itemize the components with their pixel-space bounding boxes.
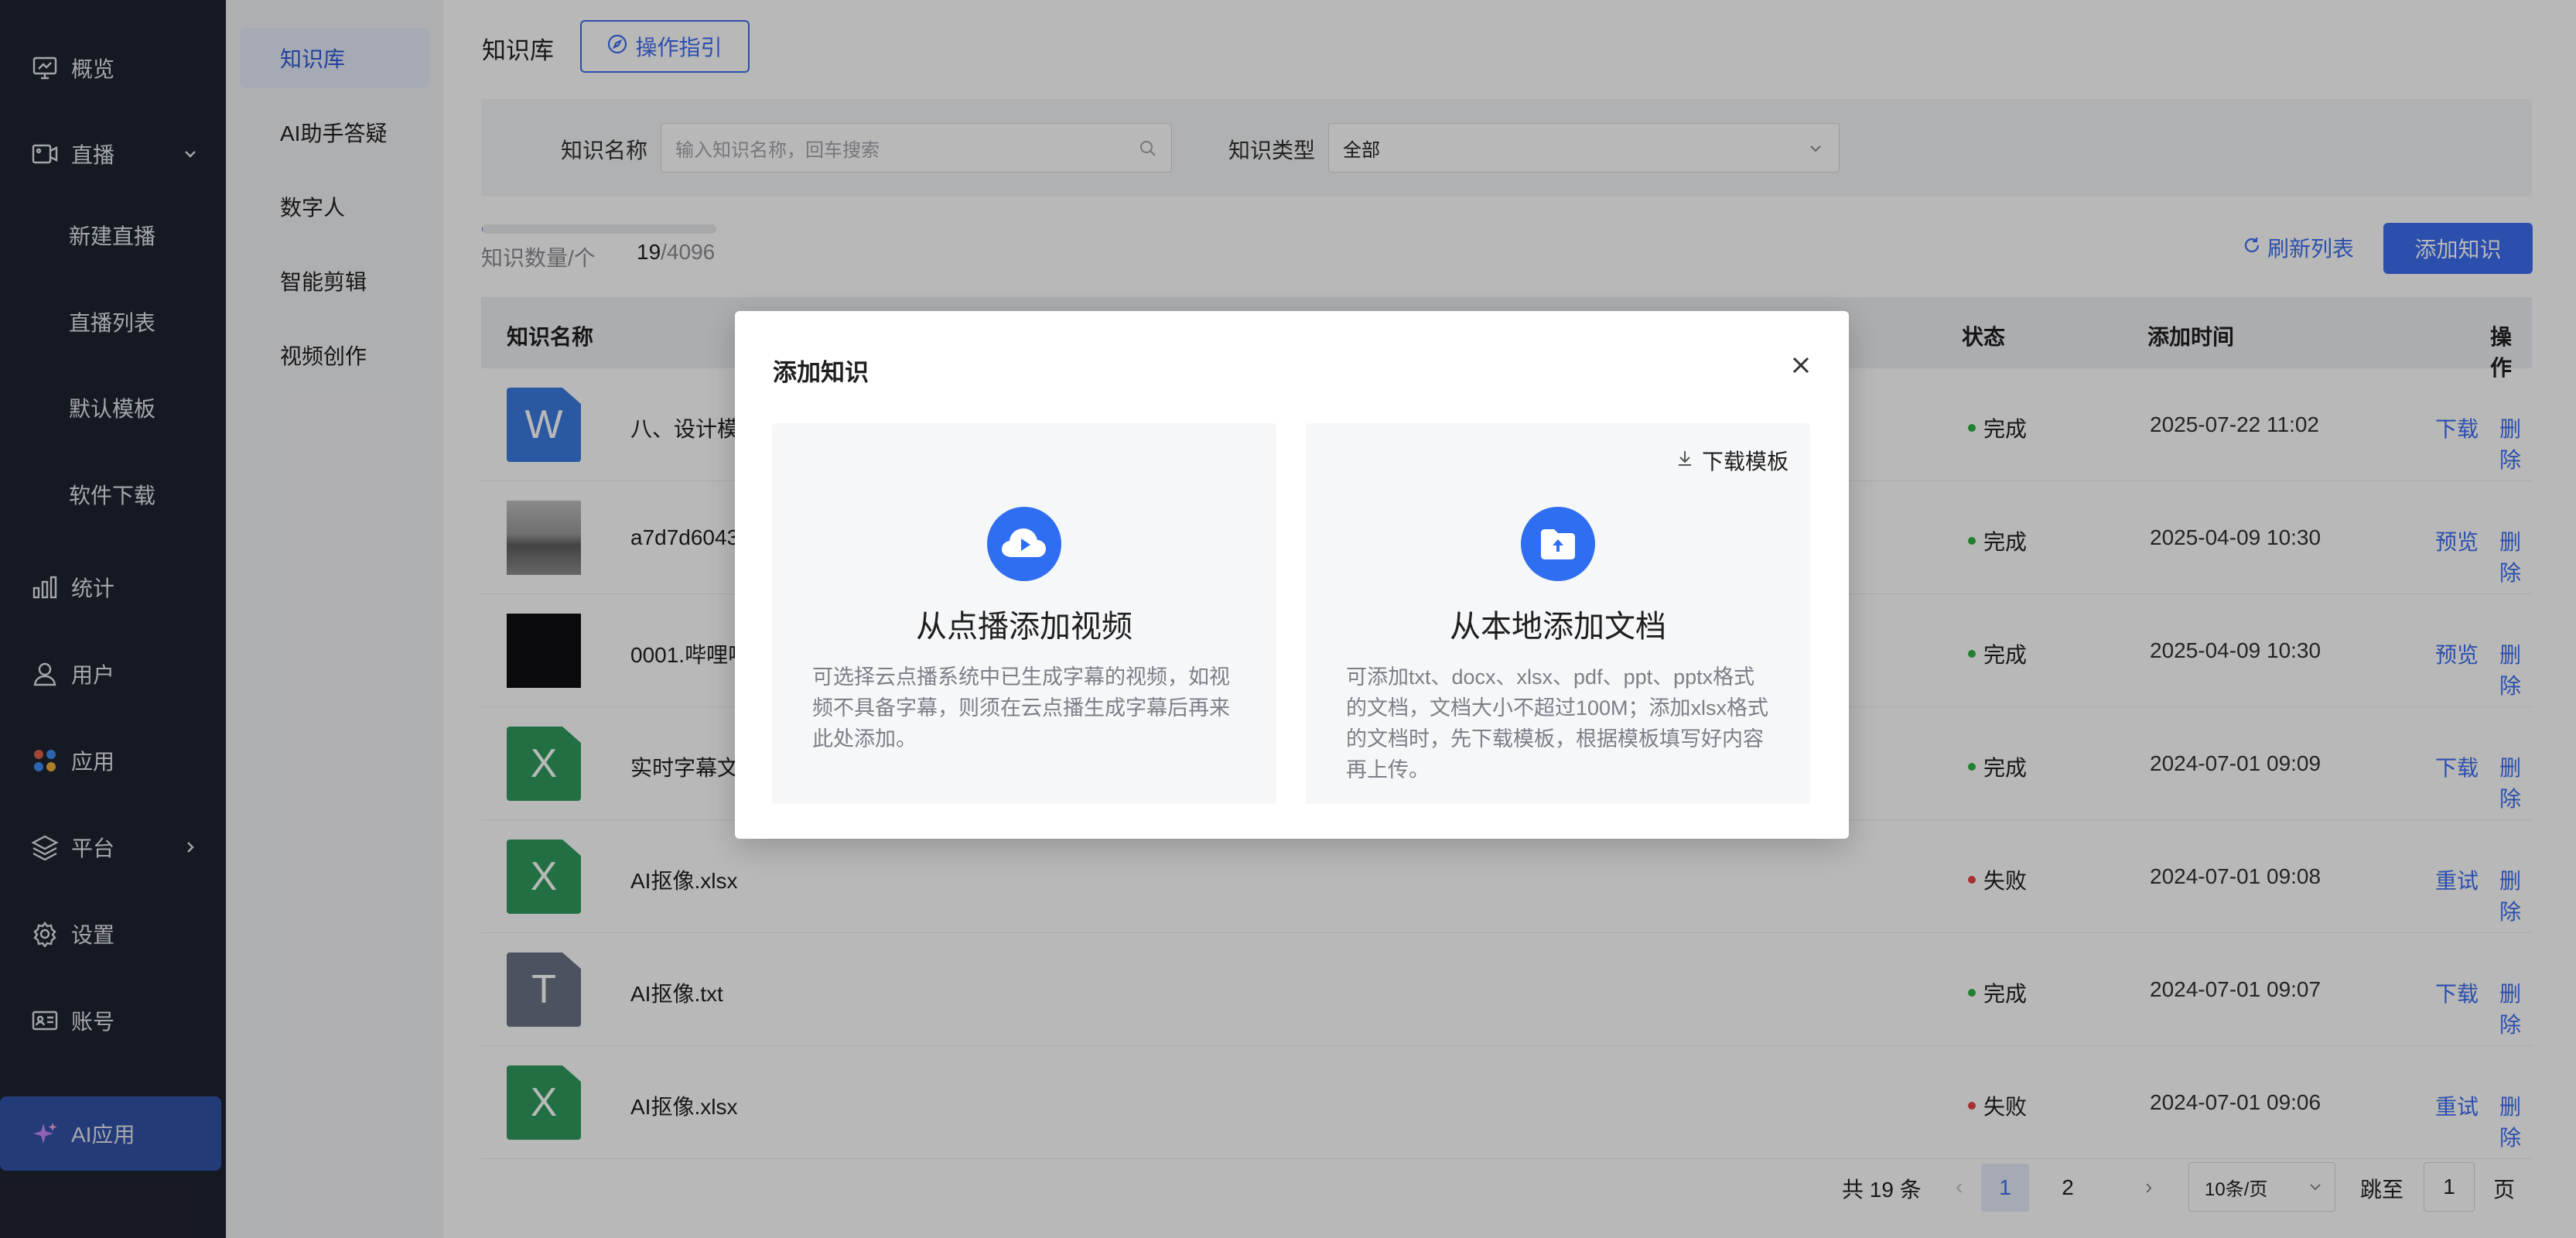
- vod-card-title: 从点播添加视频: [916, 610, 1133, 644]
- vod-card-desc: 可选择云点播系统中已生成字幕的视频，如视频不具备字幕，则须在云点播生成字幕后再来…: [812, 665, 1230, 751]
- local-card-desc: 可添加txt、docx、xlsx、pdf、ppt、pptx格式的文档，文档大小不…: [1346, 665, 1769, 781]
- download-template-label: 下载模板: [1701, 450, 1789, 474]
- folder-upload-icon: [1521, 507, 1595, 581]
- add-knowledge-modal: 添加知识 从点播添加视频 可选择云点播系统中已生成字幕的视频，如视频不具备字幕，…: [735, 311, 1849, 839]
- modal-title: 添加知识: [773, 359, 869, 386]
- cloud-play-icon: [987, 507, 1061, 581]
- add-from-vod-card[interactable]: 从点播添加视频 可选择云点播系统中已生成字幕的视频，如视频不具备字幕，则须在云点…: [772, 423, 1276, 804]
- add-from-local-card[interactable]: 下载模板 从本地添加文档 可添加txt、docx、xlsx、pdf、ppt、pp…: [1306, 423, 1810, 804]
- local-card-title: 从本地添加文档: [1450, 610, 1666, 644]
- close-icon[interactable]: [1787, 351, 1815, 379]
- download-template-link[interactable]: 下载模板: [1676, 445, 1789, 476]
- download-icon: [1676, 448, 1694, 473]
